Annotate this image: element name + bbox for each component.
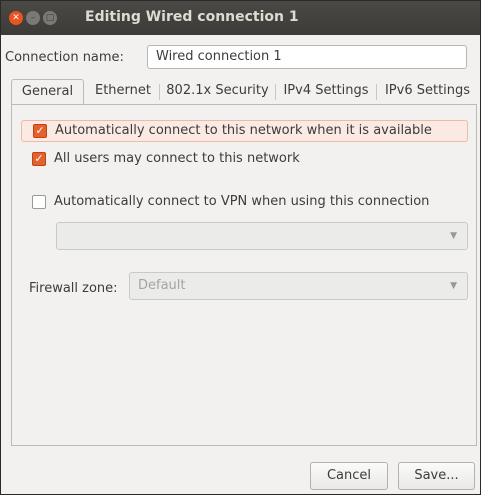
all-users-checkbox-row[interactable]: ✓ All users may connect to this network [21,149,468,171]
close-window-button[interactable]: ✕ [9,11,23,25]
connection-name-row: Connection name: Wired connection 1 [1,43,480,73]
connection-name-input[interactable]: Wired connection 1 [147,45,467,69]
firewall-zone-value: Default [138,278,186,293]
vpn-select-combo: ▼ [56,222,468,250]
dropdown-arrow-icon: ▼ [450,281,457,291]
window-title: Editing Wired connection 1 [85,9,299,25]
edit-connection-dialog: ✕ – □ Editing Wired connection 1 Connect… [0,0,481,495]
checkmark-icon: ✓ [35,124,45,137]
auto-vpn-checkbox[interactable] [32,195,46,209]
auto-connect-checkbox[interactable]: ✓ [33,124,47,138]
tab-divider [159,84,160,100]
cancel-button[interactable]: Cancel [310,462,388,490]
all-users-checkbox[interactable]: ✓ [32,152,46,166]
tab-ipv6-settings[interactable]: IPv6 Settings [378,79,477,105]
firewall-zone-combo: Default ▼ [129,272,468,300]
tab-ethernet[interactable]: Ethernet [88,79,158,105]
tab-bar: General Ethernet 802.1x Security IPv4 Se… [11,79,477,105]
tab-divider [376,84,377,100]
title-bar[interactable]: ✕ – □ Editing Wired connection 1 [1,1,480,35]
maximize-window-button[interactable]: □ [43,11,57,25]
auto-vpn-label[interactable]: Automatically connect to VPN when using … [54,194,429,209]
connection-name-label: Connection name: [5,50,124,65]
tab-divider [275,84,276,100]
auto-connect-checkbox-row[interactable]: ✓ Automatically connect to this network … [21,120,468,142]
firewall-zone-label: Firewall zone: [29,281,118,296]
tab-802-1x-security[interactable]: 802.1x Security [161,79,274,105]
tab-ipv4-settings[interactable]: IPv4 Settings [277,79,375,105]
auto-connect-label[interactable]: Automatically connect to this network wh… [55,123,432,138]
minimize-window-button[interactable]: – [26,11,40,25]
maximize-icon: □ [45,13,55,23]
minimize-icon: – [30,13,36,23]
auto-vpn-checkbox-row[interactable]: Automatically connect to VPN when using … [21,192,468,214]
close-icon: ✕ [12,13,20,23]
all-users-label[interactable]: All users may connect to this network [54,151,300,166]
tab-general[interactable]: General [11,79,84,105]
checkmark-icon: ✓ [34,152,44,165]
save-button[interactable]: Save... [398,462,475,490]
dropdown-arrow-icon: ▼ [450,231,457,241]
